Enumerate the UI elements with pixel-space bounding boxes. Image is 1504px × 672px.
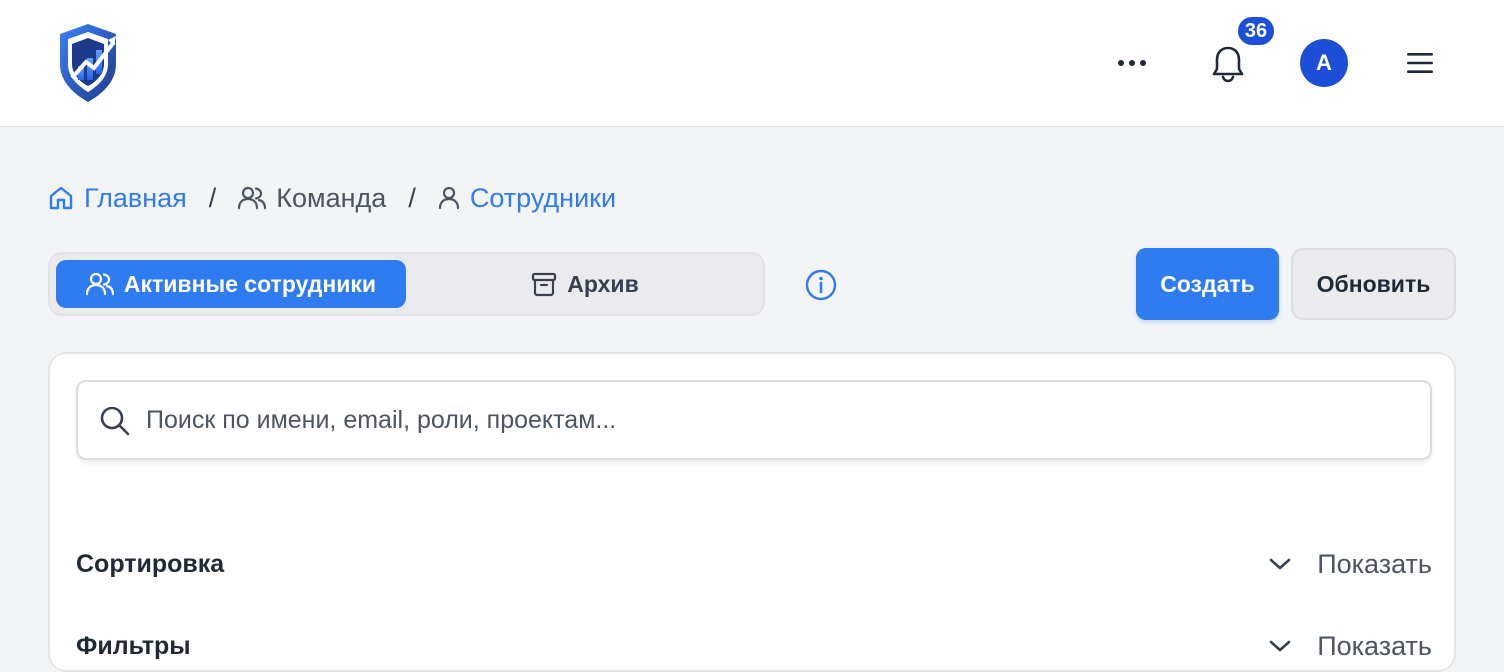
archive-box-icon [532,272,557,297]
hamburger-menu-button[interactable] [1400,46,1440,80]
breadcrumb-team-label: Команда [276,182,387,213]
employee-tabs: Активные сотрудники Архив [48,252,765,316]
users-icon [85,272,114,296]
employees-panel: Сортировка Показать Фильтры Показать [48,352,1456,672]
ellipsis-icon [1118,60,1146,66]
breadcrumb-home-label: Главная [84,182,187,213]
filters-section: Фильтры Показать [76,626,1432,666]
home-icon [49,186,73,210]
filters-show-toggle[interactable]: Показать [1269,631,1432,662]
chevron-down-icon [1269,640,1291,652]
more-options-button[interactable] [1112,46,1152,80]
create-button[interactable]: Создать [1136,248,1279,320]
filters-section-title: Фильтры [76,631,191,660]
filters-show-label: Показать [1317,630,1432,661]
search-input[interactable] [146,396,1406,444]
tab-active-employees[interactable]: Активные сотрудники [56,260,406,308]
refresh-button[interactable]: Обновить [1291,248,1456,320]
search-icon [100,406,130,436]
search-box [76,380,1432,460]
users-icon [238,186,267,210]
tab-archive-label: Архив [567,270,639,297]
user-avatar[interactable]: A [1300,39,1348,87]
tab-archive[interactable]: Архив [410,260,760,308]
breadcrumb-team: Команда [238,183,386,214]
breadcrumb-employees[interactable]: Сотрудники [438,183,616,214]
notification-count-badge: 36 [1236,15,1276,47]
info-circle-icon [805,269,837,301]
sort-section: Сортировка Показать [76,544,1432,584]
user-icon [438,186,459,210]
breadcrumb-employees-label: Сотрудники [469,182,617,213]
shield-chart-logo-icon[interactable] [56,22,120,104]
top-bar: 36 A [0,0,1504,127]
info-button[interactable] [804,268,838,302]
sort-show-label: Показать [1317,548,1432,579]
breadcrumb-home[interactable]: Главная [48,183,187,214]
breadcrumb-separator: / [208,182,217,213]
notifications-button[interactable] [1206,42,1250,86]
bell-icon [1212,46,1244,83]
tab-active-employees-label: Активные сотрудники [123,270,377,297]
sort-section-title: Сортировка [76,549,225,578]
breadcrumb: Главная / Команда / Сотрудники [48,178,616,218]
chevron-down-icon [1269,558,1291,570]
breadcrumb-separator: / [408,182,416,213]
hamburger-icon [1407,53,1433,73]
sort-show-toggle[interactable]: Показать [1269,549,1432,580]
